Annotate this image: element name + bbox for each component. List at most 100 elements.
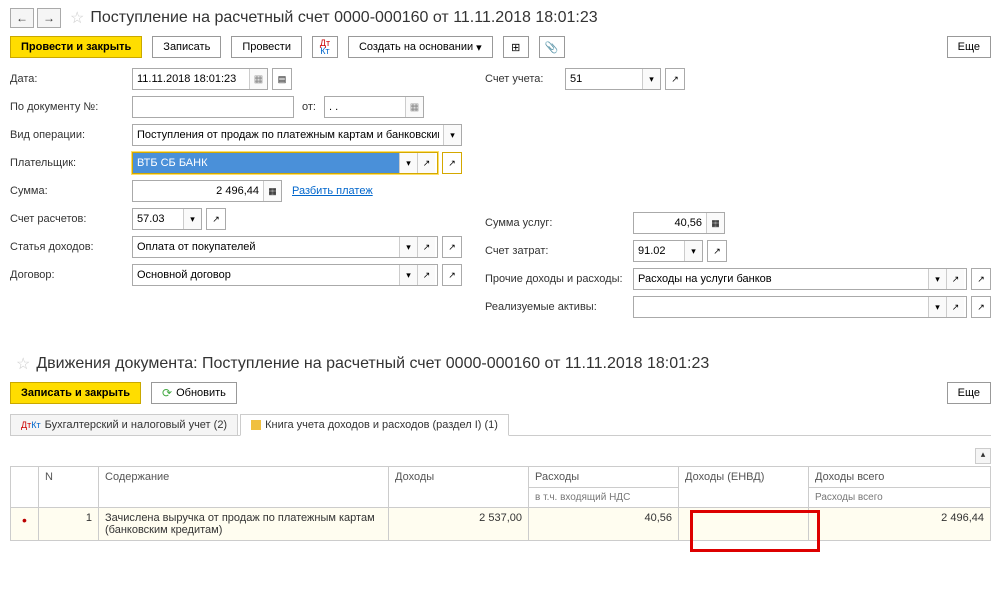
other-open-icon[interactable]: ↗ [946, 269, 964, 289]
contract-open-icon[interactable]: ↗ [417, 265, 435, 285]
row-content: Зачислена выручка от продаж по платежным… [99, 508, 389, 541]
attachment-icon-button[interactable]: 📎 [539, 36, 565, 58]
sum-input[interactable] [133, 181, 263, 201]
doc-num-field[interactable] [132, 96, 294, 118]
cost-acc-dropdown-icon[interactable]: ▾ [684, 241, 702, 261]
col-vat: в т.ч. входящий НДС [529, 488, 679, 508]
date-ext-icon[interactable]: ▤ [272, 68, 292, 90]
section2-more-button[interactable]: Еще [947, 382, 991, 404]
settle-acc-ext-button[interactable]: ↗ [206, 208, 226, 230]
col-income-envd: Доходы (ЕНВД) [679, 467, 809, 508]
contract-input[interactable] [133, 265, 399, 285]
services-sum-field[interactable]: ▦ [633, 212, 725, 234]
tab-accounting[interactable]: ДтКт Бухгалтерский и налоговый учет (2) [10, 414, 238, 435]
refresh-button[interactable]: ⟳Обновить [151, 382, 237, 404]
income-item-label: Статья доходов: [10, 241, 132, 253]
more-button[interactable]: Еще [947, 36, 991, 58]
payer-ext-button[interactable]: ↗ [442, 152, 462, 174]
account-label: Счет учета: [485, 73, 565, 85]
income-item-field[interactable]: ▾ ↗ [132, 236, 438, 258]
account-field[interactable]: ▾ [565, 68, 661, 90]
post-and-close-button[interactable]: Провести и закрыть [10, 36, 142, 58]
assets-open-icon[interactable]: ↗ [946, 297, 964, 317]
from-date-input[interactable] [325, 97, 405, 117]
table-row[interactable]: • 1 Зачислена выручка от продаж по плате… [11, 508, 991, 541]
row-income-envd [679, 508, 809, 541]
op-type-dropdown-icon[interactable]: ▾ [443, 125, 461, 145]
other-input[interactable] [634, 269, 928, 289]
dtk-tab-icon: ДтКт [21, 421, 41, 429]
account-dropdown-icon[interactable]: ▾ [642, 69, 660, 89]
from-date-field[interactable]: ▦ [324, 96, 424, 118]
col-n: N [39, 467, 99, 508]
contract-dropdown-icon[interactable]: ▾ [399, 265, 417, 285]
row-n: 1 [39, 508, 99, 541]
row-marker-icon: • [22, 512, 27, 528]
post-button[interactable]: Провести [231, 36, 302, 58]
op-type-input[interactable] [133, 125, 443, 145]
dtk-icon-button[interactable]: ДтКт [312, 36, 338, 58]
row-expense: 40,56 [529, 508, 679, 541]
income-item-ext-button[interactable]: ↗ [442, 236, 462, 258]
scroll-up-icon[interactable]: ▴ [975, 448, 991, 464]
services-sum-label: Сумма услуг: [485, 217, 633, 229]
op-type-field[interactable]: ▾ [132, 124, 462, 146]
payer-open-icon[interactable]: ↗ [417, 153, 435, 173]
tab-income-book[interactable]: Книга учета доходов и расходов (раздел I… [240, 414, 509, 436]
section2-header: ☆ Движения документа: Поступление на рас… [10, 354, 991, 374]
other-field[interactable]: ▾ ↗ [633, 268, 967, 290]
services-sum-calc-icon[interactable]: ▦ [706, 213, 724, 233]
other-dropdown-icon[interactable]: ▾ [928, 269, 946, 289]
doc-num-input[interactable] [133, 97, 293, 117]
income-item-open-icon[interactable]: ↗ [417, 237, 435, 257]
col-content: Содержание [99, 467, 389, 508]
settle-acc-input[interactable] [133, 209, 183, 229]
date-label: Дата: [10, 73, 132, 85]
top-bar: ← → ☆ Поступление на расчетный счет 0000… [10, 8, 991, 28]
income-item-input[interactable] [133, 237, 399, 257]
cost-acc-ext-button[interactable]: ↗ [707, 240, 727, 262]
nav-forward-button[interactable]: → [37, 8, 61, 28]
sum-calc-icon[interactable]: ▦ [263, 181, 281, 201]
account-input[interactable] [566, 69, 642, 89]
sum-field[interactable]: ▦ [132, 180, 282, 202]
split-payment-link[interactable]: Разбить платеж [292, 185, 373, 197]
cost-acc-field[interactable]: ▾ [633, 240, 703, 262]
payer-input[interactable] [133, 153, 399, 173]
row-income: 2 537,00 [389, 508, 529, 541]
col-income-total: Доходы всего [809, 467, 991, 488]
cost-acc-input[interactable] [634, 241, 684, 261]
assets-label: Реализуемые активы: [485, 301, 633, 313]
write-button[interactable]: Записать [152, 36, 221, 58]
income-item-dropdown-icon[interactable]: ▾ [399, 237, 417, 257]
from-label: от: [302, 101, 316, 113]
assets-field[interactable]: ▾ ↗ [633, 296, 967, 318]
write-close-button[interactable]: Записать и закрыть [10, 382, 141, 404]
structure-icon-button[interactable]: ⊞ [503, 36, 529, 58]
date-field[interactable]: ▦ [132, 68, 268, 90]
settle-acc-field[interactable]: ▾ [132, 208, 202, 230]
col-expense-total: Расходы всего [809, 488, 991, 508]
date-input[interactable] [133, 69, 249, 89]
other-ext-button[interactable]: ↗ [971, 268, 991, 290]
assets-dropdown-icon[interactable]: ▾ [928, 297, 946, 317]
assets-ext-button[interactable]: ↗ [971, 296, 991, 318]
payer-field[interactable]: ▾ ↗ [132, 152, 438, 174]
nav-back-button[interactable]: ← [10, 8, 34, 28]
op-type-label: Вид операции: [10, 129, 132, 141]
account-ext-button[interactable]: ↗ [665, 68, 685, 90]
cost-acc-label: Счет затрат: [485, 245, 633, 257]
services-sum-input[interactable] [634, 213, 706, 233]
refresh-icon: ⟳ [162, 386, 172, 400]
payer-dropdown-icon[interactable]: ▾ [399, 153, 417, 173]
calendar-icon[interactable]: ▦ [249, 69, 267, 89]
favorite-star-icon[interactable]: ☆ [70, 8, 84, 28]
from-calendar-icon[interactable]: ▦ [405, 97, 423, 117]
contract-label: Договор: [10, 269, 132, 281]
contract-field[interactable]: ▾ ↗ [132, 264, 438, 286]
section2-star-icon[interactable]: ☆ [16, 354, 30, 374]
contract-ext-button[interactable]: ↗ [442, 264, 462, 286]
create-based-on-button[interactable]: Создать на основании ▾ [348, 36, 493, 58]
assets-input[interactable] [634, 297, 928, 317]
settle-acc-dropdown-icon[interactable]: ▾ [183, 209, 201, 229]
